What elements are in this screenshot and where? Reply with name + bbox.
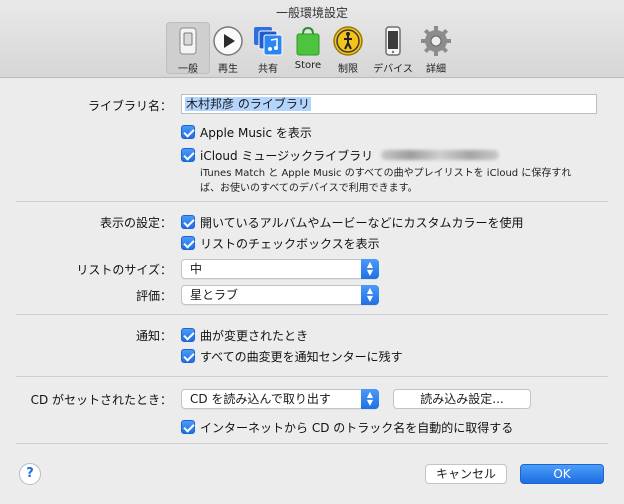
chevron-updown-icon: ▲ ▼ [361, 389, 379, 409]
library-name-value: 木村邦彦 のライブラリ [185, 97, 311, 111]
import-settings-button[interactable]: 読み込み設定... [393, 389, 531, 409]
separator [16, 314, 608, 315]
store-bag-icon [292, 25, 324, 57]
notification-center-label: すべての曲変更を通知センターに残す [200, 350, 403, 364]
device-phone-icon [377, 25, 409, 57]
library-name-field[interactable]: 木村邦彦 のライブラリ [181, 94, 597, 114]
view-settings-label: 表示の設定： [99, 216, 172, 230]
list-size-value: 中 [190, 262, 203, 276]
tab-devices[interactable]: デバイス [369, 22, 417, 75]
cd-inserted-label: CD がセットされたとき： [30, 393, 172, 407]
cd-action-popup[interactable]: CD を読み込んで取り出す ▲ ▼ [181, 389, 379, 409]
redacted-account-email [381, 150, 499, 160]
notifications-label: 通知： [135, 329, 172, 343]
song-change-notify-checkbox[interactable] [181, 328, 195, 342]
apple-music-label: Apple Music を表示 [200, 126, 312, 140]
list-size-popup[interactable]: 中 ▲ ▼ [181, 259, 379, 279]
icloud-note-line2: ば、お使いのすべてのデバイスで利用できます。 [200, 183, 418, 194]
tab-restrictions[interactable]: 制限 [326, 22, 370, 75]
tab-devices-label: デバイス [373, 64, 413, 75]
icloud-note: iTunes Match と Apple Music のすべての曲やプレイリスト… [200, 166, 610, 196]
tab-playback[interactable]: 再生 [206, 22, 250, 75]
custom-colors-label: 開いているアルバムやムービーなどにカスタムカラーを使用 [200, 216, 524, 230]
icloud-music-library-label: iCloud ミュージックライブラリ [200, 149, 374, 163]
auto-track-names-label: インターネットから CD のトラック名を自動的に取得する [200, 421, 514, 435]
apple-music-checkbox[interactable] [181, 125, 195, 139]
icloud-note-line1: iTunes Match と Apple Music のすべての曲やプレイリスト… [200, 168, 572, 179]
separator [16, 376, 608, 377]
parental-controls-icon [332, 25, 364, 57]
tab-store[interactable]: Store [286, 22, 330, 74]
song-change-notify-label: 曲が変更されたとき [200, 329, 309, 343]
rating-popup[interactable]: 星とラブ ▲ ▼ [181, 285, 379, 305]
cancel-button[interactable]: キャンセル [425, 464, 507, 484]
rating-value: 星とラブ [190, 288, 239, 302]
title-bar: 一般環境設定 一般 再生 共有 Store 制限 デバイス 詳細 [0, 0, 624, 78]
list-size-label: リストのサイズ： [76, 263, 172, 277]
sharing-icon [252, 25, 284, 57]
tab-store-label: Store [294, 60, 322, 71]
tab-restrictions-label: 制限 [338, 64, 358, 75]
general-switch-icon [172, 25, 204, 57]
list-checkboxes-label: リストのチェックボックスを表示 [200, 237, 380, 251]
tab-playback-label: 再生 [218, 64, 238, 75]
icloud-music-library-checkbox[interactable] [181, 148, 195, 162]
chevron-updown-icon: ▲ ▼ [361, 259, 379, 279]
ok-button[interactable]: OK [520, 464, 604, 484]
gear-icon [420, 25, 452, 57]
tab-advanced[interactable]: 詳細 [414, 22, 458, 75]
cd-action-value: CD を読み込んで取り出す [190, 392, 331, 406]
tab-general-label: 一般 [178, 64, 198, 75]
separator [16, 201, 608, 202]
tab-sharing-label: 共有 [258, 64, 278, 75]
help-button[interactable]: ? [19, 463, 41, 485]
tab-advanced-label: 詳細 [426, 64, 446, 75]
rating-label: 評価： [135, 289, 172, 303]
custom-colors-checkbox[interactable] [181, 215, 195, 229]
window-title: 一般環境設定 [275, 6, 348, 20]
tab-sharing[interactable]: 共有 [246, 22, 290, 75]
auto-track-names-checkbox[interactable] [181, 420, 195, 434]
separator [16, 443, 608, 444]
library-name-label: ライブラリ名： [87, 99, 172, 113]
list-checkboxes-checkbox[interactable] [181, 236, 195, 250]
tab-general[interactable]: 一般 [166, 22, 210, 75]
play-icon [212, 25, 244, 57]
chevron-updown-icon: ▲ ▼ [361, 285, 379, 305]
preferences-toolbar: 一般 再生 共有 Store 制限 デバイス 詳細 [0, 22, 624, 76]
notification-center-checkbox[interactable] [181, 349, 195, 363]
